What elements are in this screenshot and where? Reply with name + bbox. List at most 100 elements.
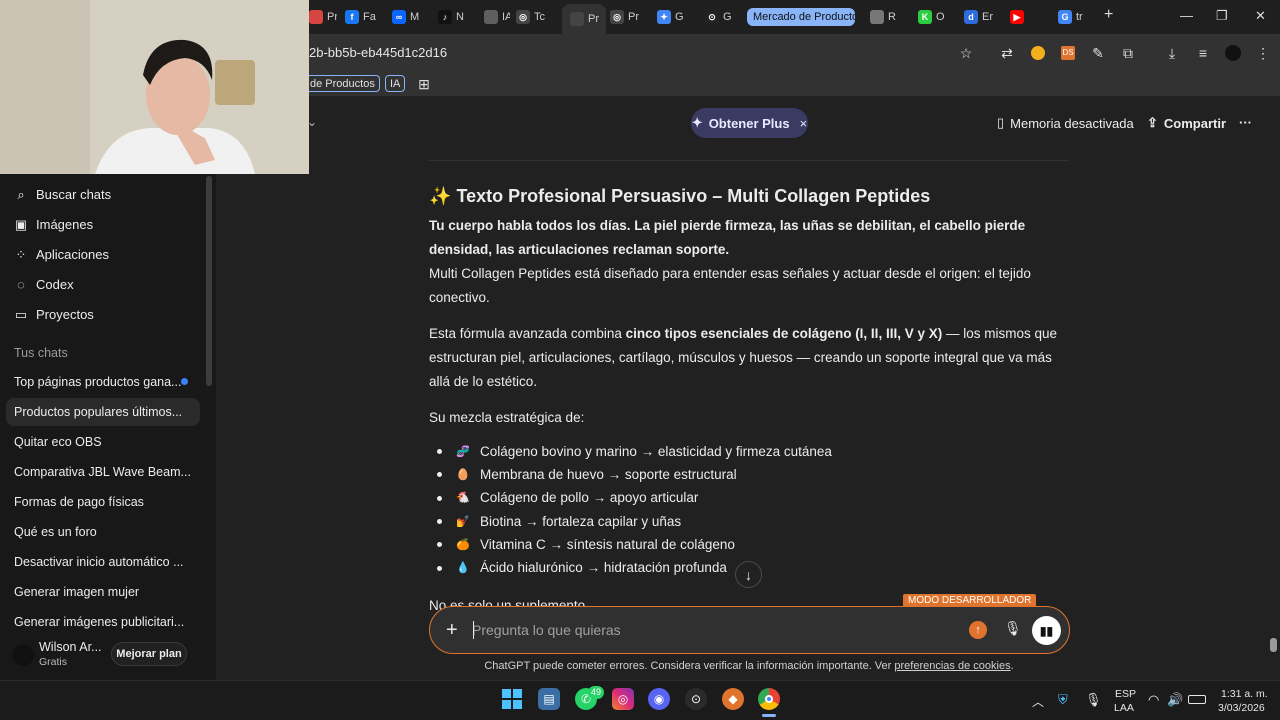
upload-icon[interactable]: ↑ [969, 621, 987, 639]
browser-tab[interactable]: Pr [309, 4, 337, 30]
share-button[interactable]: ⇪ Compartir [1147, 115, 1226, 131]
tray-mic-icon[interactable]: 🎙 [1085, 692, 1102, 708]
tab-active[interactable]: Pr✕ [562, 4, 606, 34]
chat-item[interactable]: Top páginas productos gana... [14, 375, 181, 389]
battery-icon[interactable] [1188, 695, 1206, 704]
browser-menu-icon[interactable]: ⋮ [1254, 44, 1272, 62]
browser-tab[interactable]: KO [918, 4, 948, 30]
sidebar-item-search[interactable]: ⌕ Buscar chats [14, 187, 112, 203]
sidebar-scrollbar[interactable] [206, 176, 212, 386]
sidebar-item-label: Proyectos [36, 307, 94, 322]
tab-favicon-icon [870, 10, 884, 24]
close-icon[interactable]: × [800, 116, 808, 131]
list-item: 🥚 Membrana de huevo → soporte estructural [437, 463, 1074, 486]
tab-label: Pr [628, 11, 639, 23]
language-code[interactable]: ESP [1115, 688, 1136, 700]
minimize-icon[interactable]: — [1180, 8, 1193, 23]
browser-tab[interactable]: R [870, 4, 900, 30]
close-window-icon[interactable]: ✕ [1255, 8, 1266, 24]
browser-tab[interactable]: ∞ M [392, 4, 428, 30]
bookmark-star-icon[interactable]: ☆ [957, 44, 975, 62]
wifi-icon[interactable]: ◠ [1148, 692, 1159, 708]
discord-icon[interactable]: ◉ [648, 688, 670, 710]
chat-item[interactable]: Productos populares últimos... [14, 405, 182, 419]
restore-icon[interactable]: ❐ [1216, 8, 1228, 24]
region-code[interactable]: LAA [1114, 702, 1134, 714]
user-name[interactable]: Wilson Ar... [39, 640, 102, 654]
tab-label: Mercado de Producto [753, 11, 855, 23]
sidebar-item-codex[interactable]: ◌ Codex [14, 277, 73, 292]
get-plus-button[interactable]: ✦ Obtener Plus × [691, 108, 808, 138]
browser-tab[interactable]: ◎ Pr [610, 4, 644, 30]
sidebar-item-images[interactable]: ▣ Imágenes [14, 217, 93, 233]
browser-tab[interactable]: ✦ G [657, 4, 695, 30]
disclaimer-text: ChatGPT puede cometer errores. Considera… [484, 660, 895, 672]
chat-item[interactable]: Comparativa JBL Wave Beam... [14, 465, 191, 479]
microphone-icon[interactable]: 🎙 [1004, 620, 1022, 637]
new-tab-icon[interactable]: + [1104, 6, 1113, 24]
app-icon[interactable]: ◆ [722, 688, 744, 710]
voice-mode-button[interactable]: ▮▮ [1032, 616, 1061, 645]
browser-tab[interactable]: ▶ [1010, 4, 1044, 30]
more-options-button[interactable]: ··· [1239, 115, 1252, 130]
clock-date[interactable]: 3/03/2026 [1218, 702, 1265, 714]
webcam-overlay [0, 0, 309, 174]
eyedropper-icon[interactable]: ✎ [1089, 44, 1107, 62]
chat-item[interactable]: Generar imágenes publicitari... [14, 615, 184, 629]
add-attachment-icon[interactable]: + [446, 619, 458, 642]
extensions-icon[interactable]: ⧉ [1119, 44, 1137, 62]
prompt-input[interactable] [472, 619, 952, 641]
bookmark-ia[interactable]: IA [385, 75, 406, 92]
main-scrollbar[interactable] [1270, 638, 1277, 652]
list-item-text: Vitamina C → síntesis natural de colágen… [480, 536, 735, 552]
obs-icon[interactable]: ⊙ [685, 688, 707, 710]
tray-chevron-icon[interactable]: ︿ [1032, 693, 1044, 710]
paragraph-formula: Esta fórmula avanzada combina cinco tipo… [429, 322, 1074, 394]
browser-tab[interactable]: d Er [964, 4, 996, 30]
chat-item[interactable]: Desactivar inicio automático ... [14, 555, 184, 569]
browser-tab[interactable]: ⊙ G [705, 4, 739, 30]
windows-start-icon[interactable] [501, 688, 523, 710]
browser-tab[interactable]: IA [484, 4, 510, 30]
volume-icon[interactable]: 🔊 [1167, 692, 1183, 708]
upgrade-plan-button[interactable]: Mejorar plan [111, 642, 187, 666]
download-icon[interactable]: ⤓ [1163, 44, 1181, 62]
scroll-down-button[interactable]: ↓ [735, 561, 762, 588]
chat-item[interactable]: Formas de pago físicas [14, 495, 144, 509]
share-icon: ⇪ [1147, 115, 1158, 130]
codex-icon: ◌ [17, 277, 25, 292]
avatar[interactable] [12, 644, 34, 666]
media-icon[interactable]: ≡ [1194, 44, 1212, 62]
message-divider [429, 160, 1069, 161]
instagram-icon[interactable]: ◎ [612, 688, 634, 710]
browser-tab[interactable]: ◎ Tc [516, 4, 552, 30]
chrome-icon[interactable] [758, 688, 780, 710]
translate-icon[interactable]: ⇄ [998, 44, 1016, 62]
browser-tab[interactable]: Mercado de Producto [747, 8, 855, 26]
composer: + ↑ 🎙 ▮▮ [429, 606, 1070, 654]
sidebar-item-label: Buscar chats [36, 187, 112, 202]
chat-item[interactable]: Generar imagen mujer [14, 585, 139, 599]
clock-time[interactable]: 1:31 a. m. [1221, 688, 1268, 700]
sidebar-item-projects[interactable]: ▭ Proyectos [14, 307, 94, 323]
extension-ds-icon[interactable]: DS [1059, 44, 1077, 62]
defender-icon[interactable]: ⛨ [1058, 692, 1068, 708]
memory-status[interactable]: ▯ Memoria desactivada [997, 115, 1134, 131]
memory-label: Memoria desactivada [1010, 115, 1134, 131]
extension-yellow-icon[interactable] [1029, 44, 1047, 62]
chat-item[interactable]: Qué es un foro [14, 525, 97, 539]
url-text[interactable]: 2b-bb5b-eb445d1c2d16 [309, 45, 447, 60]
chicken-icon: 🐔 [456, 492, 470, 505]
cookie-preferences-link[interactable]: preferencias de cookies [894, 660, 1010, 672]
sparkles-icon: ✨ [429, 186, 452, 206]
bookmark-products[interactable]: de Productos [305, 75, 380, 92]
browser-tab[interactable]: f Fa [345, 4, 379, 30]
apps-grid-icon[interactable]: ⊞ [415, 75, 433, 93]
browser-tab[interactable]: Gtr [1058, 4, 1092, 30]
browser-tab[interactable]: ♪ N [438, 4, 472, 30]
store-icon[interactable]: ▤ [538, 688, 560, 710]
sidebar-item-apps[interactable]: ⁘ Aplicaciones [14, 247, 109, 263]
sidebar-item-label: Aplicaciones [36, 247, 109, 262]
profile-icon[interactable] [1224, 44, 1242, 62]
chat-item[interactable]: Quitar eco OBS [14, 435, 102, 449]
